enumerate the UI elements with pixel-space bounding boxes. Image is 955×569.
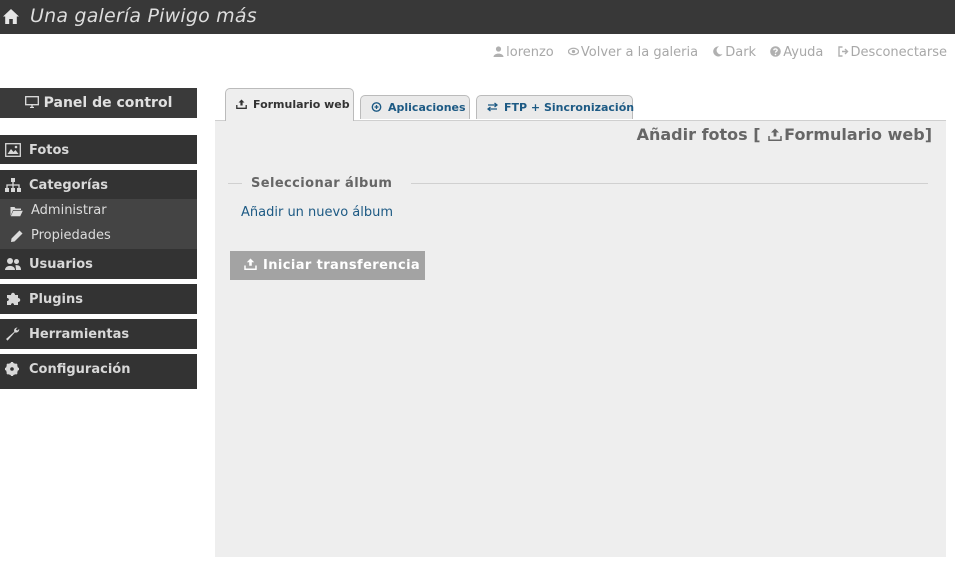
- fieldset-divider: [411, 183, 928, 184]
- monitor-icon: [24, 96, 39, 108]
- sidebar-item-label: Herramientas: [29, 327, 130, 342]
- help-label: Ayuda: [783, 45, 824, 60]
- sidebar-item-plugins[interactable]: Plugins: [0, 284, 197, 314]
- control-panel-header[interactable]: Panel de control: [0, 88, 197, 118]
- sign-out-icon: [837, 46, 849, 57]
- sidebar-item-herramientas[interactable]: Herramientas: [0, 319, 197, 349]
- sidebar-item-fotos[interactable]: Fotos: [0, 135, 197, 164]
- sidebar-item-label: Plugins: [29, 292, 83, 307]
- upload-icon: [236, 99, 247, 109]
- sidebar-item-categorias[interactable]: Categorías: [0, 170, 197, 199]
- start-upload-label: Iniciar transferencia: [263, 258, 421, 273]
- tab-label: Formulario web: [253, 98, 350, 111]
- album-section-legend: Seleccionar álbum: [251, 176, 393, 191]
- submenu-item-label: Administrar: [31, 203, 107, 218]
- sidebar-item-configuracion[interactable]: Configuración: [0, 354, 197, 389]
- start-upload-button[interactable]: Iniciar transferencia: [230, 251, 425, 280]
- users-icon: [5, 258, 21, 270]
- moon-icon: [713, 46, 723, 57]
- sidebar-item-label: Configuración: [29, 362, 131, 377]
- tab-label: FTP + Sincronización: [504, 101, 635, 114]
- submenu-item-propiedades[interactable]: Propiedades: [0, 224, 197, 249]
- upload-icon: [244, 258, 257, 270]
- back-to-gallery-label: Volver a la galeria: [580, 45, 699, 60]
- tab-ftp-sync[interactable]: FTP + Sincronización: [476, 95, 635, 119]
- sidebar-item-label: Categorías: [29, 178, 108, 193]
- page-title-section: Formulario web: [784, 125, 925, 144]
- tab-aplicaciones[interactable]: Aplicaciones: [360, 95, 470, 119]
- add-album-link[interactable]: Añadir un nuevo álbum: [241, 205, 393, 220]
- back-to-gallery-link[interactable]: Volver a la galeria: [567, 45, 699, 60]
- gear-icon: [5, 362, 19, 376]
- control-panel-label: Panel de control: [43, 95, 173, 111]
- sidebar-item-usuarios[interactable]: Usuarios: [0, 249, 197, 279]
- page-title: Añadir fotos [ Formulario web]: [637, 125, 932, 144]
- sidebar-item-label: Fotos: [29, 143, 70, 158]
- pencil-icon: [11, 230, 23, 242]
- top-bar: Una galería Piwigo más: [0, 0, 955, 34]
- logout-link[interactable]: Desconectarse: [837, 45, 947, 60]
- home-icon[interactable]: [2, 8, 20, 25]
- tab-formulario-web[interactable]: Formulario web: [225, 88, 354, 121]
- puzzle-icon: [7, 292, 21, 305]
- submenu-item-label: Propiedades: [31, 228, 111, 243]
- help-link[interactable]: Ayuda: [770, 45, 823, 60]
- fieldset-divider: [228, 183, 242, 184]
- username: lorenzo: [506, 45, 554, 60]
- user-icon: [493, 46, 504, 57]
- dark-theme-link[interactable]: Dark: [712, 45, 756, 60]
- folder-open-icon: [10, 207, 23, 217]
- logout-label: Desconectarse: [850, 45, 947, 60]
- eye-icon: [567, 47, 579, 56]
- swap-icon: [487, 102, 498, 112]
- submenu-item-administrar[interactable]: Administrar: [0, 199, 197, 224]
- app-icon: [371, 102, 382, 112]
- sitemap-icon: [5, 178, 21, 192]
- question-circle-icon: [770, 46, 782, 57]
- page-title-suffix: ]: [924, 125, 932, 144]
- content-panel: Añadir fotos [ Formulario web] Seleccion…: [215, 120, 946, 557]
- upload-icon: [768, 128, 782, 141]
- sidebar-item-label: Usuarios: [29, 257, 93, 272]
- gallery-title[interactable]: Una galería Piwigo más: [30, 5, 257, 27]
- user-link[interactable]: lorenzo: [493, 45, 554, 60]
- image-icon: [5, 143, 21, 157]
- dark-theme-label: Dark: [725, 45, 757, 60]
- user-bar: lorenzo Volver a la galeria Dark Ayuda D…: [483, 45, 947, 60]
- page-title-prefix: Añadir fotos [: [636, 125, 761, 144]
- tab-label: Aplicaciones: [388, 101, 466, 114]
- wrench-icon: [6, 327, 20, 341]
